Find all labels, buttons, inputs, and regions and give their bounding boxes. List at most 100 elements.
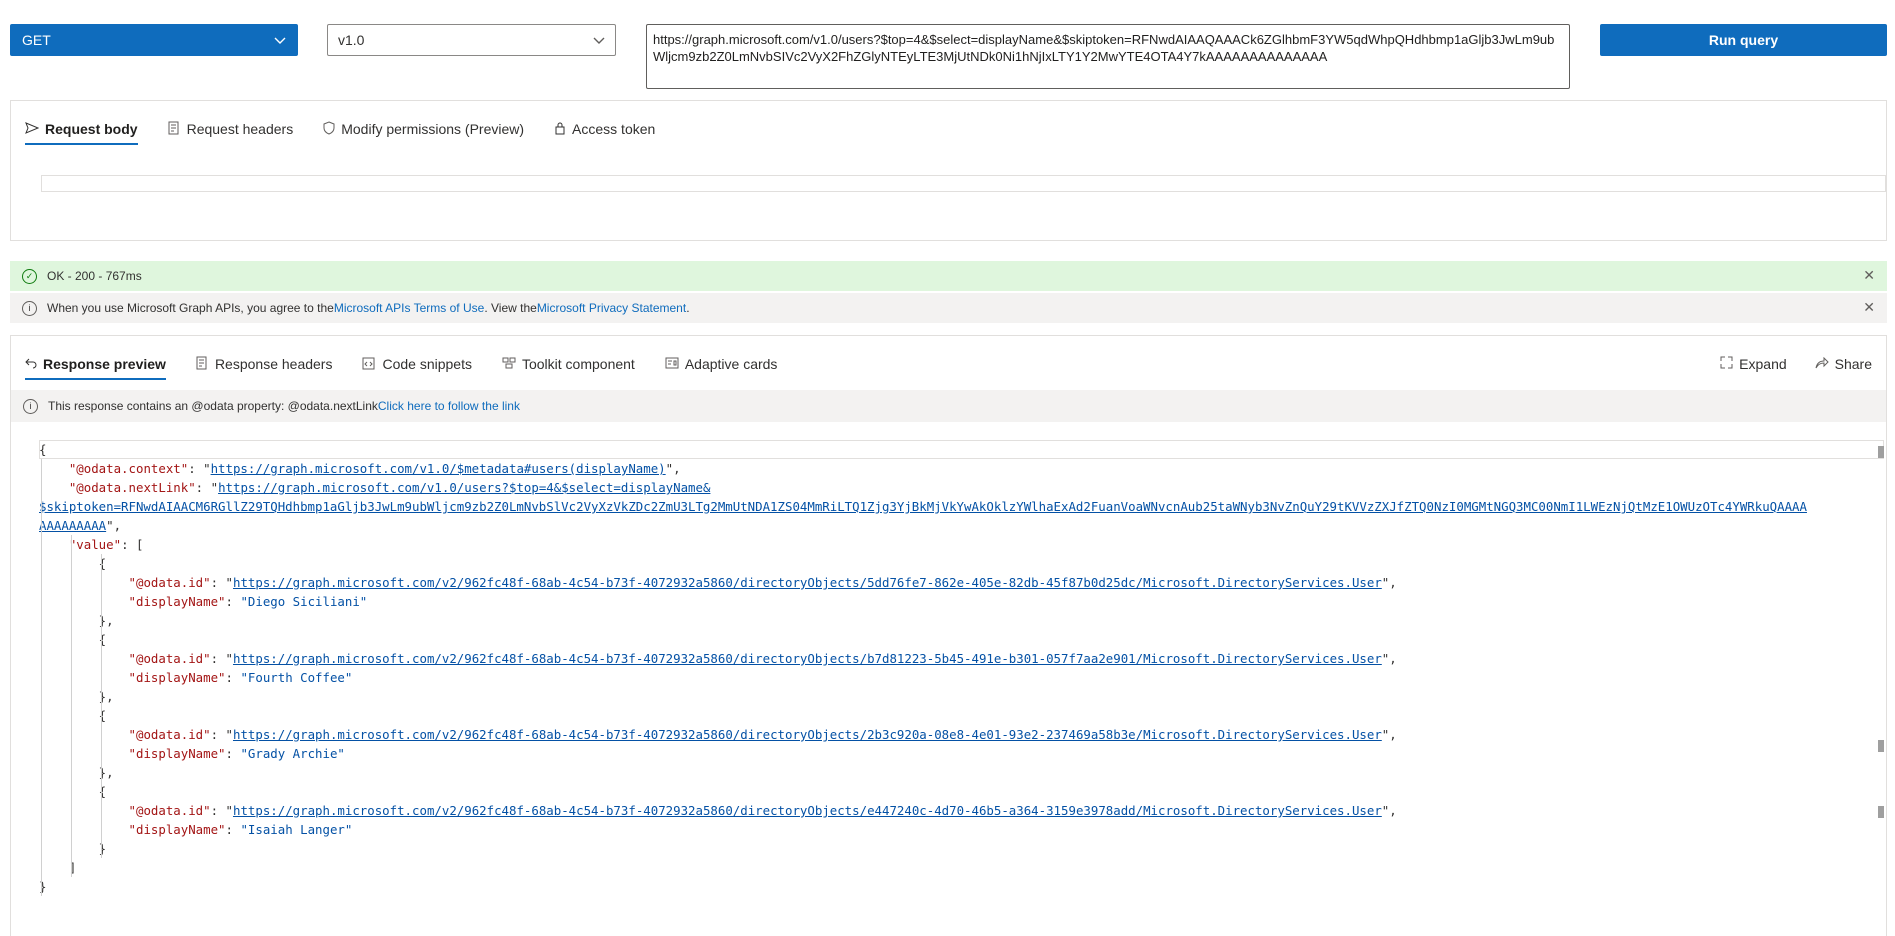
terms-middle: . View the: [484, 301, 537, 315]
json-line: "displayName": "Fourth Coffee": [128, 670, 353, 685]
json-key: "displayName": [128, 822, 226, 837]
scrollbar-thumb[interactable]: [1878, 806, 1884, 818]
json-line: "@odata.id": "https://graph.microsoft.co…: [128, 575, 1397, 590]
json-line: {: [39, 632, 107, 647]
json-line: "displayName": "Isaiah Langer": [128, 822, 353, 837]
tab-toolkit-component[interactable]: Toolkit component: [502, 336, 635, 392]
scrollbar-thumb[interactable]: [1878, 740, 1884, 752]
terms-suffix: .: [686, 301, 690, 315]
chevron-down-icon: [593, 32, 605, 48]
json-line: }: [39, 879, 47, 894]
headers-icon: [168, 121, 181, 138]
odata-notice-text: This response contains an @odata propert…: [48, 399, 378, 413]
indent-guide: [101, 554, 102, 858]
json-line: "@odata.context": "https://graph.microso…: [68, 461, 681, 476]
response-tabs: Response preview Response headers Code s…: [11, 336, 1886, 392]
response-actions: Expand Share: [1720, 336, 1872, 392]
tab-label: Access token: [572, 121, 656, 137]
tab-code-snippets[interactable]: Code snippets: [362, 336, 472, 392]
indent-guide: [41, 459, 42, 896]
indent-guide: [71, 535, 72, 877]
json-key: "@odata.id": [128, 651, 211, 666]
json-line: {: [39, 784, 107, 799]
json-line: },: [39, 613, 114, 628]
json-line: },: [39, 689, 114, 704]
request-panel: Request body Request headers Modify perm…: [10, 100, 1887, 241]
context-url-link[interactable]: https://graph.microsoft.com/v1.0/$metada…: [211, 461, 666, 476]
json-key: "@odata.context": [68, 461, 189, 476]
headers-icon: [196, 356, 209, 373]
nextlink-url-link[interactable]: https://graph.microsoft.com/v1.0/users?$…: [218, 480, 710, 495]
tab-label: Response headers: [214, 356, 333, 372]
shield-icon: [323, 120, 335, 138]
tab-adaptive-cards[interactable]: Adaptive cards: [665, 336, 778, 392]
tab-response-headers[interactable]: Response headers: [196, 336, 333, 392]
info-icon: i: [23, 398, 38, 414]
send-icon: [25, 121, 40, 137]
version-value: v1.0: [338, 32, 365, 48]
close-icon[interactable]: ✕: [1863, 299, 1875, 316]
privacy-statement-link[interactable]: Microsoft Privacy Statement: [537, 301, 686, 315]
tab-request-headers[interactable]: Request headers: [168, 101, 293, 157]
json-line: "@odata.id": "https://graph.microsoft.co…: [128, 803, 1397, 818]
json-line: "@odata.nextLink": "https://graph.micros…: [68, 480, 711, 495]
json-key: "@odata.id": [128, 575, 211, 590]
share-icon: [1815, 356, 1829, 372]
tab-label: Adaptive cards: [684, 356, 778, 372]
vertical-scrollbar[interactable]: [1874, 440, 1886, 920]
json-line: }: [39, 841, 107, 856]
run-query-button[interactable]: Run query: [1600, 24, 1887, 56]
tab-label: Request body: [45, 121, 138, 137]
close-icon[interactable]: ✕: [1863, 267, 1875, 284]
terms-of-use-link[interactable]: Microsoft APIs Terms of Use: [334, 301, 485, 315]
nextlink-url-link[interactable]: $skiptoken=RFNwdAIAACM6RGllZ29TQHdhbmp1a…: [39, 499, 1807, 514]
json-line: "value": [: [68, 537, 144, 552]
tab-access-token[interactable]: Access token: [554, 101, 655, 157]
http-method-select[interactable]: GET: [10, 24, 298, 56]
tab-label: Modify permissions (Preview): [341, 121, 525, 137]
json-line: "@odata.id": "https://graph.microsoft.co…: [128, 727, 1397, 742]
json-key: "@odata.id": [128, 803, 211, 818]
scrollbar-thumb[interactable]: [1878, 446, 1884, 458]
tab-label: Toolkit component: [521, 356, 635, 372]
checkmark-icon: ✓: [22, 268, 37, 284]
json-key: "@odata.id": [128, 727, 211, 742]
version-select[interactable]: v1.0: [327, 24, 616, 56]
json-line: AAAAAAAAA",: [39, 518, 122, 533]
json-line: "displayName": "Grady Archie": [128, 746, 345, 761]
odata-id-link[interactable]: https://graph.microsoft.com/v2/962fc48f-…: [233, 651, 1382, 666]
status-text: OK - 200 - 767ms: [47, 269, 142, 283]
chevron-down-icon: [274, 32, 286, 48]
json-key: "displayName": [128, 746, 226, 761]
odata-id-link[interactable]: https://graph.microsoft.com/v2/962fc48f-…: [233, 575, 1382, 590]
status-banner: ✓ OK - 200 - 767ms ✕: [10, 261, 1887, 291]
json-line: {: [39, 556, 107, 571]
follow-next-link[interactable]: Click here to follow the link: [378, 399, 520, 413]
share-button[interactable]: Share: [1815, 356, 1872, 372]
odata-notice-banner: i This response contains an @odata prope…: [11, 390, 1886, 422]
json-string: "Fourth Coffee": [240, 670, 353, 685]
expand-label: Expand: [1739, 356, 1787, 372]
terms-prefix: When you use Microsoft Graph APIs, you a…: [47, 301, 334, 315]
odata-id-link[interactable]: https://graph.microsoft.com/v2/962fc48f-…: [233, 727, 1382, 742]
json-key: "@odata.nextLink": [68, 480, 196, 495]
request-body-editor[interactable]: [41, 175, 1886, 192]
query-url-input[interactable]: https://graph.microsoft.com/v1.0/users?$…: [646, 24, 1570, 89]
expand-button[interactable]: Expand: [1720, 356, 1787, 372]
tab-response-preview[interactable]: Response preview: [25, 336, 166, 392]
tab-label: Response preview: [43, 356, 166, 372]
response-json-viewer[interactable]: { "@odata.context": "https://graph.micro…: [39, 440, 1884, 920]
odata-id-link[interactable]: https://graph.microsoft.com/v2/962fc48f-…: [233, 803, 1382, 818]
json-string: "Diego Siciliani": [240, 594, 368, 609]
tab-request-body[interactable]: Request body: [25, 101, 138, 157]
card-icon: [665, 357, 679, 372]
json-line: "displayName": "Diego Siciliani": [128, 594, 368, 609]
terms-banner: i When you use Microsoft Graph APIs, you…: [10, 293, 1887, 323]
expand-icon: [1720, 356, 1733, 372]
json-string: "Grady Archie": [240, 746, 345, 761]
tab-label: Code snippets: [382, 356, 472, 372]
json-line: ]: [39, 860, 77, 875]
nextlink-url-link[interactable]: AAAAAAAAA: [39, 518, 106, 533]
json-line: {: [39, 708, 107, 723]
tab-modify-permissions[interactable]: Modify permissions (Preview): [323, 101, 524, 157]
